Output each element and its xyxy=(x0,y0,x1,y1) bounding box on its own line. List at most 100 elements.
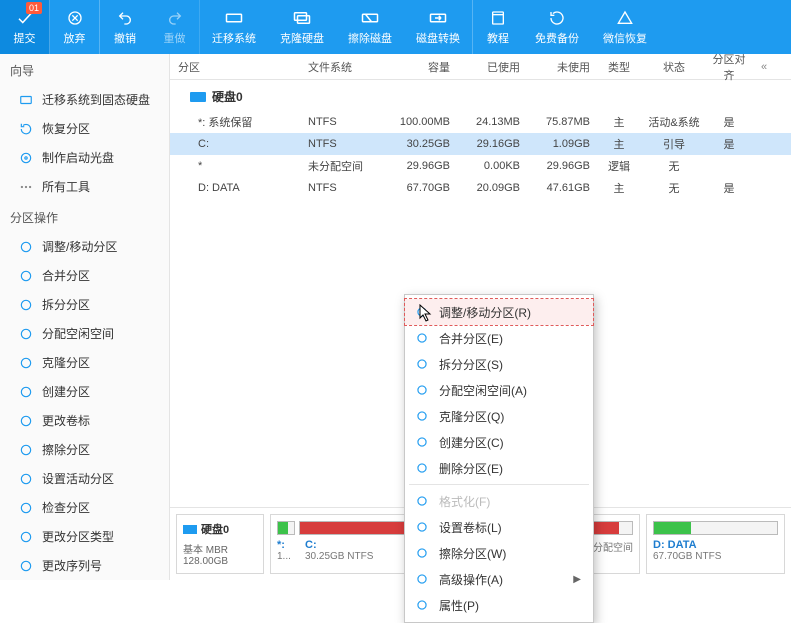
tutorial-button[interactable]: 教程 xyxy=(473,0,523,54)
col-partition[interactable]: 分区 xyxy=(174,59,304,75)
diagram-partition-d[interactable]: D: DATA 67.70GB NTFS xyxy=(646,514,785,574)
col-free[interactable]: 未使用 xyxy=(524,59,594,75)
menu-item-icon xyxy=(413,492,431,510)
undo-button[interactable]: 撤销 xyxy=(100,0,150,54)
undo-icon xyxy=(117,8,133,28)
sidebar-ops-item[interactable]: 分配空闲空间 xyxy=(0,319,169,348)
sidebar-ops-item[interactable]: 更改序列号 xyxy=(0,551,169,580)
ops-icon xyxy=(18,413,34,429)
context-menu-label: 克隆分区(Q) xyxy=(439,408,504,425)
menu-item-icon xyxy=(413,303,431,321)
sidebar-ops-item[interactable]: 创建分区 xyxy=(0,377,169,406)
sidebar-nav-item[interactable]: 制作启动光盘 xyxy=(0,143,169,172)
clone-button[interactable]: 克隆硬盘 xyxy=(268,0,336,54)
refresh-icon xyxy=(549,8,565,28)
sidebar-item-label: 克隆分区 xyxy=(42,354,90,371)
diagram-unallocated[interactable]: 分配空间 xyxy=(593,539,633,562)
context-menu-label: 拆分分区(S) xyxy=(439,356,503,373)
diagram-disk-card[interactable]: 硬盘0 基本 MBR 128.00GB xyxy=(176,514,264,574)
sidebar-ops-item[interactable]: 合并分区 xyxy=(0,261,169,290)
context-menu-item[interactable]: 擦除分区(W) xyxy=(405,540,593,566)
disk-header[interactable]: 硬盘0 xyxy=(170,80,791,111)
sidebar-ops-item[interactable]: 更改卷标 xyxy=(0,406,169,435)
context-menu-label: 创建分区(C) xyxy=(439,434,504,451)
redo-icon xyxy=(167,8,183,28)
col-fs[interactable]: 文件系统 xyxy=(304,59,384,75)
nav-icon xyxy=(18,179,34,195)
context-menu-label: 调整/移动分区(R) xyxy=(439,304,531,321)
table-row[interactable]: C:NTFS30.25GB29.16GB1.09GB主引导是 xyxy=(170,133,791,155)
sidebar-ops-item[interactable]: 设置活动分区 xyxy=(0,464,169,493)
table-row[interactable]: *: 系统保留NTFS100.00MB24.13MB75.87MB主活动&系统是 xyxy=(170,111,791,133)
col-capacity[interactable]: 容量 xyxy=(384,59,454,75)
backup-button[interactable]: 免费备份 xyxy=(523,0,591,54)
sidebar-ops-item[interactable]: 检查分区 xyxy=(0,493,169,522)
discard-button[interactable]: 放弃 xyxy=(50,0,100,54)
sidebar-nav-item[interactable]: 迁移系统到固态硬盘 xyxy=(0,85,169,114)
nav-icon xyxy=(18,150,34,166)
table-row[interactable]: D: DATANTFS67.70GB20.09GB47.61GB主无是 xyxy=(170,177,791,199)
context-menu-item[interactable]: 调整/移动分区(R) xyxy=(405,299,593,325)
menu-item-icon xyxy=(413,570,431,588)
ops-icon xyxy=(18,442,34,458)
ops-icon xyxy=(18,297,34,313)
col-type[interactable]: 类型 xyxy=(594,59,644,75)
sidebar-item-label: 擦除分区 xyxy=(42,441,90,458)
menu-item-icon xyxy=(413,544,431,562)
col-used[interactable]: 已使用 xyxy=(454,59,524,75)
submit-badge: 01 xyxy=(26,2,42,14)
context-menu-label: 设置卷标(L) xyxy=(439,519,502,536)
disk-icon xyxy=(183,525,197,534)
sidebar-group-ops: 分区操作 xyxy=(0,201,169,232)
ops-icon xyxy=(18,239,34,255)
sidebar-ops-item[interactable]: 克隆分区 xyxy=(0,348,169,377)
sidebar-item-label: 制作启动光盘 xyxy=(42,149,114,166)
menu-item-icon xyxy=(413,459,431,477)
submit-button[interactable]: 01 提交 xyxy=(0,0,50,54)
context-menu-item[interactable]: 拆分分区(S) xyxy=(405,351,593,377)
table-row[interactable]: *未分配空间29.96GB0.00KB29.96GB逻辑无 xyxy=(170,155,791,177)
context-menu-item[interactable]: 删除分区(E) xyxy=(405,455,593,481)
migrate-button[interactable]: 迁移系统 xyxy=(200,0,268,54)
context-menu-item[interactable]: 分配空闲空间(A) xyxy=(405,377,593,403)
context-menu-item: 格式化(F) xyxy=(405,488,593,514)
sidebar-nav-item[interactable]: 所有工具 xyxy=(0,172,169,201)
context-menu: 调整/移动分区(R) 合并分区(E) 拆分分区(S) 分配空闲空间(A) 克隆分区(Q)… xyxy=(404,294,594,623)
wechat-button[interactable]: 微信恢复 xyxy=(591,0,659,54)
redo-button[interactable]: 重做 xyxy=(150,0,200,54)
sidebar-item-label: 拆分分区 xyxy=(42,296,90,313)
wipe-button[interactable]: 擦除磁盘 xyxy=(336,0,404,54)
ops-icon xyxy=(18,471,34,487)
sidebar-nav-item[interactable]: 恢复分区 xyxy=(0,114,169,143)
context-menu-item[interactable]: 合并分区(E) xyxy=(405,325,593,351)
nav-icon xyxy=(18,92,34,108)
sidebar-item-label: 分配空闲空间 xyxy=(42,325,114,342)
sidebar-ops-item[interactable]: 拆分分区 xyxy=(0,290,169,319)
columns-more[interactable]: « xyxy=(754,61,774,73)
diagram-partition-c[interactable]: C: 30.25GB NTFS xyxy=(305,539,373,562)
context-menu-item[interactable]: 高级操作(A)▶ xyxy=(405,566,593,592)
sidebar: 向导 迁移系统到固态硬盘恢复分区制作启动光盘所有工具 分区操作 调整/移动分区合… xyxy=(0,54,170,580)
col-status[interactable]: 状态 xyxy=(644,59,704,75)
context-menu-item[interactable]: 属性(P) xyxy=(405,592,593,618)
context-menu-item[interactable]: 设置卷标(L) xyxy=(405,514,593,540)
ops-icon xyxy=(18,268,34,284)
context-menu-label: 属性(P) xyxy=(439,597,479,614)
context-menu-item[interactable]: 克隆分区(Q) xyxy=(405,403,593,429)
sidebar-item-label: 创建分区 xyxy=(42,383,90,400)
menu-item-icon xyxy=(413,518,431,536)
context-menu-item[interactable]: 创建分区(C) xyxy=(405,429,593,455)
sidebar-item-label: 恢复分区 xyxy=(42,120,90,137)
ops-icon xyxy=(18,355,34,371)
sidebar-ops-item[interactable]: 更改分区类型 xyxy=(0,522,169,551)
col-align[interactable]: 分区对齐 xyxy=(704,54,754,83)
context-menu-label: 删除分区(E) xyxy=(439,460,503,477)
convert-button[interactable]: 磁盘转换 xyxy=(404,0,473,54)
grid-header: 分区 文件系统 容量 已使用 未使用 类型 状态 分区对齐 « xyxy=(170,54,791,80)
sidebar-ops-item[interactable]: 调整/移动分区 xyxy=(0,232,169,261)
context-menu-label: 高级操作(A) xyxy=(439,571,503,588)
ops-icon xyxy=(18,558,34,574)
sidebar-item-label: 更改序列号 xyxy=(42,557,102,574)
sidebar-ops-item[interactable]: 擦除分区 xyxy=(0,435,169,464)
context-menu-label: 分配空闲空间(A) xyxy=(439,382,527,399)
